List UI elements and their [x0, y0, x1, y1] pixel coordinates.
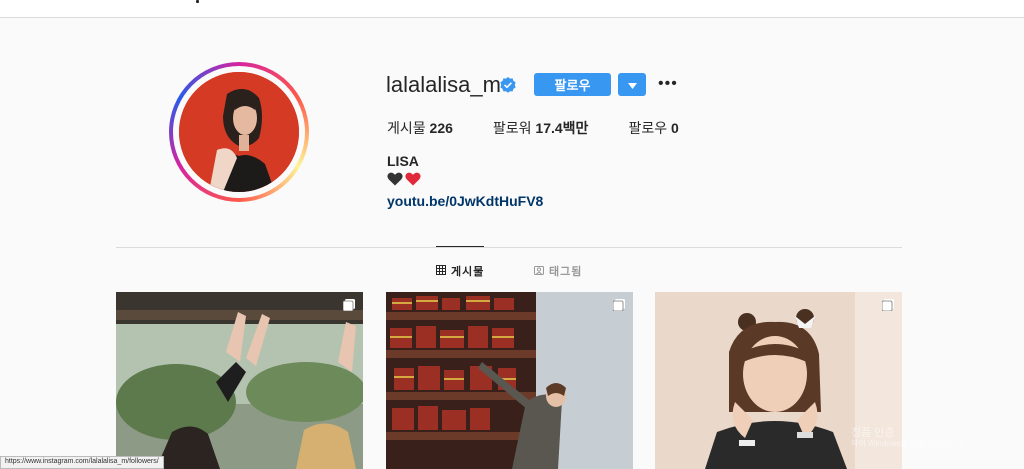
black-heart-icon	[387, 172, 403, 186]
tabs-divider	[116, 247, 902, 248]
bio-emoji	[387, 172, 421, 186]
bio-name: LISA	[387, 153, 419, 169]
nav-fragment	[196, 0, 199, 3]
chevron-down-icon	[627, 76, 637, 94]
grid-icon	[436, 264, 446, 278]
red-heart-icon	[405, 172, 421, 186]
verified-badge-icon	[500, 77, 516, 93]
browser-status-bar: https://www.instagram.com/lalalalisa_m/f…	[0, 456, 164, 469]
follow-button[interactable]: 팔로우	[534, 73, 611, 96]
tab-posts[interactable]: 게시물	[436, 263, 484, 279]
tab-label: 게시물	[451, 266, 485, 278]
multiple-photos-icon	[612, 298, 625, 312]
avatar-gap	[173, 66, 305, 198]
top-navigation-bar	[0, 0, 1024, 18]
tab-tagged[interactable]: 태그됨	[534, 263, 582, 279]
avatar-photo	[179, 72, 299, 192]
multiple-photos-icon	[342, 298, 355, 312]
activation-watermark-sub: 하여 Windows를 정품 인증합니다.	[851, 439, 966, 448]
stat-value: 226	[429, 120, 453, 136]
tab-label: 태그됨	[549, 266, 583, 278]
stat-value: 17.4백만	[535, 120, 589, 136]
tagged-icon	[534, 265, 544, 278]
multiple-photos-icon	[881, 298, 894, 312]
stat-label: 팔로우	[628, 120, 668, 136]
profile-avatar[interactable]	[169, 62, 309, 202]
more-options-icon[interactable]: •••	[658, 75, 678, 93]
stat-value: 0	[670, 120, 679, 136]
stat-label: 팔로워	[492, 120, 532, 136]
bio-link[interactable]: youtu.be/0JwKdtHuFV8	[387, 193, 543, 209]
stat-label: 게시물	[387, 120, 426, 136]
post-image	[386, 292, 633, 469]
profile-stats: 게시물 226 팔로워 17.4백만 팔로우 0	[387, 118, 719, 138]
post-thumbnail[interactable]	[386, 292, 633, 469]
active-tab-indicator	[436, 246, 484, 247]
stat-posts: 게시물 226	[387, 118, 453, 138]
post-image	[116, 292, 363, 469]
stat-following[interactable]: 팔로우 0	[628, 118, 678, 138]
stat-followers[interactable]: 팔로워 17.4백만	[493, 118, 589, 138]
profile-username: lalalalisa_m	[386, 72, 501, 97]
follow-dropdown-button[interactable]	[618, 73, 646, 96]
post-thumbnail[interactable]	[116, 292, 363, 469]
